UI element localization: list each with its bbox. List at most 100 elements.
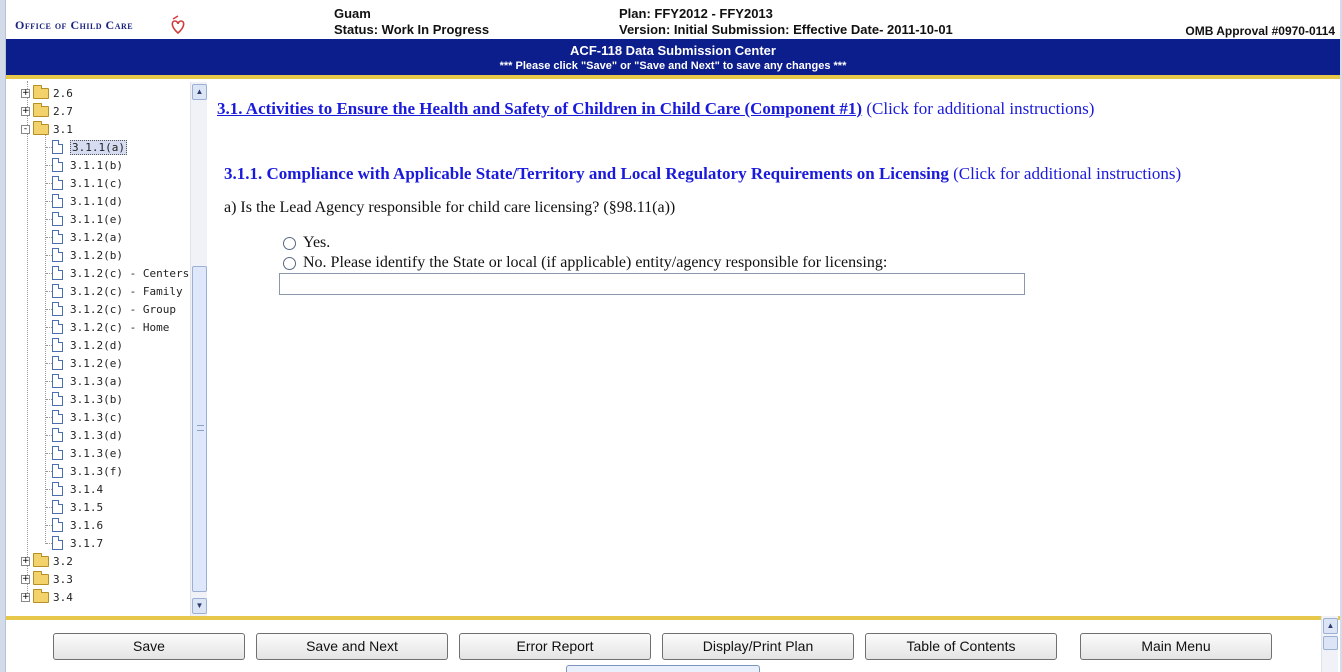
tree-item-label[interactable]: 3.1.1(b) [70, 159, 123, 172]
page-scrollbar[interactable]: ▲ [1321, 616, 1338, 672]
expand-plus-icon[interactable]: + [21, 88, 30, 98]
tree-item-label[interactable]: 3.1.2(d) [70, 339, 123, 352]
tree-page-item[interactable]: 3.1.1(e) [46, 210, 123, 228]
tree-page-item[interactable]: 3.1.1(c) [46, 174, 123, 192]
scroll-down-arrow-icon[interactable]: ▼ [192, 598, 207, 614]
tree-page-item[interactable]: 3.1.7 [46, 534, 103, 552]
tree-folder-item[interactable]: +3.2 [21, 552, 73, 570]
tree-item-label[interactable]: 3.1.5 [70, 501, 103, 514]
tree-item-label[interactable]: 3.1.1(c) [70, 177, 123, 190]
document-icon [52, 536, 63, 550]
tree-item-label[interactable]: 3.2 [53, 555, 73, 568]
tree-item-label[interactable]: 3.3 [53, 573, 73, 586]
header-plan-info: Plan: FFY2012 - FFY2013 Version: Initial… [619, 6, 953, 38]
tree-page-item[interactable]: 3.1.3(c) [46, 408, 123, 426]
display-print-plan-button[interactable]: Display/Print Plan [662, 633, 854, 660]
option-yes-row[interactable]: Yes. [283, 234, 330, 252]
tree-folder-item[interactable]: +2.6 [21, 84, 73, 102]
tree-item-label[interactable]: 3.1.3(c) [70, 411, 123, 424]
tree-page-item[interactable]: 3.1.2(e) [46, 354, 123, 372]
scroll-up-arrow-icon[interactable]: ▲ [192, 84, 207, 100]
tree-scrollbar[interactable]: ▲ ▼ [190, 82, 207, 616]
document-icon [52, 140, 63, 154]
tree-item-label[interactable]: 2.7 [53, 105, 73, 118]
tree-page-item[interactable]: 3.1.3(a) [46, 372, 123, 390]
tree-page-item[interactable]: 3.1.1(d) [46, 192, 123, 210]
tree-folder-item[interactable]: +3.3 [21, 570, 73, 588]
tree-item-label[interactable]: 2.6 [53, 87, 73, 100]
tree-page-item[interactable]: 3.1.2(a) [46, 228, 123, 246]
tree-branch-line [46, 453, 52, 454]
scrollbar-thumb[interactable] [192, 266, 207, 592]
tree-page-item[interactable]: 3.1.2(c) - Centers [46, 264, 189, 282]
tree-item-label[interactable]: 3.1.3(e) [70, 447, 123, 460]
tree-page-item[interactable]: 3.1.2(c) - Home [46, 318, 169, 336]
tree-branch-line [46, 489, 52, 490]
tree-item-label[interactable]: 3.1.2(c) - Group [70, 303, 176, 316]
subsection-title: 3.1.1. Compliance with Applicable State/… [224, 164, 949, 183]
tree-item-label[interactable]: 3.1.2(e) [70, 357, 123, 370]
tree-item-label[interactable]: 3.1.3(a) [70, 375, 123, 388]
tree-page-item[interactable]: 3.1.2(c) - Group [46, 300, 176, 318]
tree-page-item[interactable]: 3.1.2(b) [46, 246, 123, 264]
tree-branch-line [46, 327, 52, 328]
option-no-row[interactable]: No. Please identify the State or local (… [283, 254, 887, 272]
tree-page-item[interactable]: 3.1.5 [46, 498, 103, 516]
tree-item-label[interactable]: 3.1.2(b) [70, 249, 123, 262]
tree-page-item[interactable]: 3.1.2(c) - Family [46, 282, 183, 300]
tree-item-label[interactable]: 3.1.3(f) [70, 465, 123, 478]
tree-item-label[interactable]: 3.1.2(c) - Centers [70, 267, 189, 280]
subsection-instructions-link[interactable]: (Click for additional instructions) [953, 164, 1181, 183]
tree-item-label[interactable]: 3.4 [53, 591, 73, 604]
tree-page-item[interactable]: 3.1.3(d) [46, 426, 123, 444]
tree-folder-item[interactable]: +2.7 [21, 102, 73, 120]
divider-line [6, 75, 1340, 79]
section-link[interactable]: 3.1. Activities to Ensure the Health and… [217, 99, 862, 118]
tree-item-label[interactable]: 3.1.1(d) [70, 195, 123, 208]
banner-save-notice: *** Please click "Save" or "Save and Nex… [499, 60, 847, 72]
tree-item-label[interactable]: 3.1 [53, 123, 73, 136]
tree-item-label[interactable]: 3.1.6 [70, 519, 103, 532]
page-scroll-up-arrow-icon[interactable]: ▲ [1323, 618, 1338, 634]
document-icon [52, 230, 63, 244]
tree-item-label[interactable]: 3.1.2(c) - Family [70, 285, 183, 298]
tree-page-item[interactable]: 3.1.3(b) [46, 390, 123, 408]
tree-folder-item[interactable]: - 3.1 [21, 120, 73, 138]
expand-plus-icon[interactable]: + [21, 592, 30, 602]
page-scrollbar-thumb[interactable] [1323, 636, 1338, 650]
save-button[interactable]: Save [53, 633, 245, 660]
tree-item-label[interactable]: 3.1.1(e) [70, 213, 123, 226]
main-menu-button[interactable]: Main Menu [1080, 633, 1272, 660]
tree-page-item[interactable]: 3.1.2(d) [46, 336, 123, 354]
tree-folder-item[interactable]: +3.4 [21, 588, 73, 606]
tree-page-item[interactable]: 3.1.3(e) [46, 444, 123, 462]
collapse-minus-icon[interactable]: - [21, 124, 30, 134]
section-instructions-link[interactable]: (Click for additional instructions) [866, 99, 1094, 118]
tree-item-label[interactable]: 3.1.2(a) [70, 231, 123, 244]
save-and-next-button[interactable]: Save and Next [256, 633, 448, 660]
yes-radio[interactable] [283, 236, 296, 250]
tree-page-item[interactable]: 3.1.4 [46, 480, 103, 498]
expand-plus-icon[interactable]: + [21, 106, 30, 116]
bottom-scroll-tab[interactable] [566, 665, 760, 672]
error-report-button[interactable]: Error Report [459, 633, 651, 660]
tree-item-label[interactable]: 3.1.1(a) [70, 139, 127, 155]
tree-item-label[interactable]: 3.1.3(b) [70, 393, 123, 406]
tree-page-item[interactable]: 3.1.6 [46, 516, 103, 534]
tree-page-item[interactable]: 3.1.3(f) [46, 462, 123, 480]
tree-item-label[interactable]: 3.1.3(d) [70, 429, 123, 442]
tree-page-item[interactable]: 3.1.1(a) [46, 138, 127, 156]
plan-status: Status: Work In Progress [334, 22, 490, 37]
no-radio[interactable] [283, 256, 296, 270]
licensing-entity-input[interactable] [279, 273, 1025, 295]
folder-icon [33, 102, 49, 117]
expand-plus-icon[interactable]: + [21, 556, 30, 566]
tree-item-label[interactable]: 3.1.4 [70, 483, 103, 496]
tree-item-label[interactable]: 3.1.7 [70, 537, 103, 550]
table-of-contents-button[interactable]: Table of Contents [865, 633, 1057, 660]
expand-plus-icon[interactable]: + [21, 574, 30, 584]
document-icon [52, 392, 63, 406]
tree-page-item[interactable]: 3.1.1(b) [46, 156, 123, 174]
tree-item-label[interactable]: 3.1.2(c) - Home [70, 321, 169, 334]
folder-icon [33, 552, 49, 567]
